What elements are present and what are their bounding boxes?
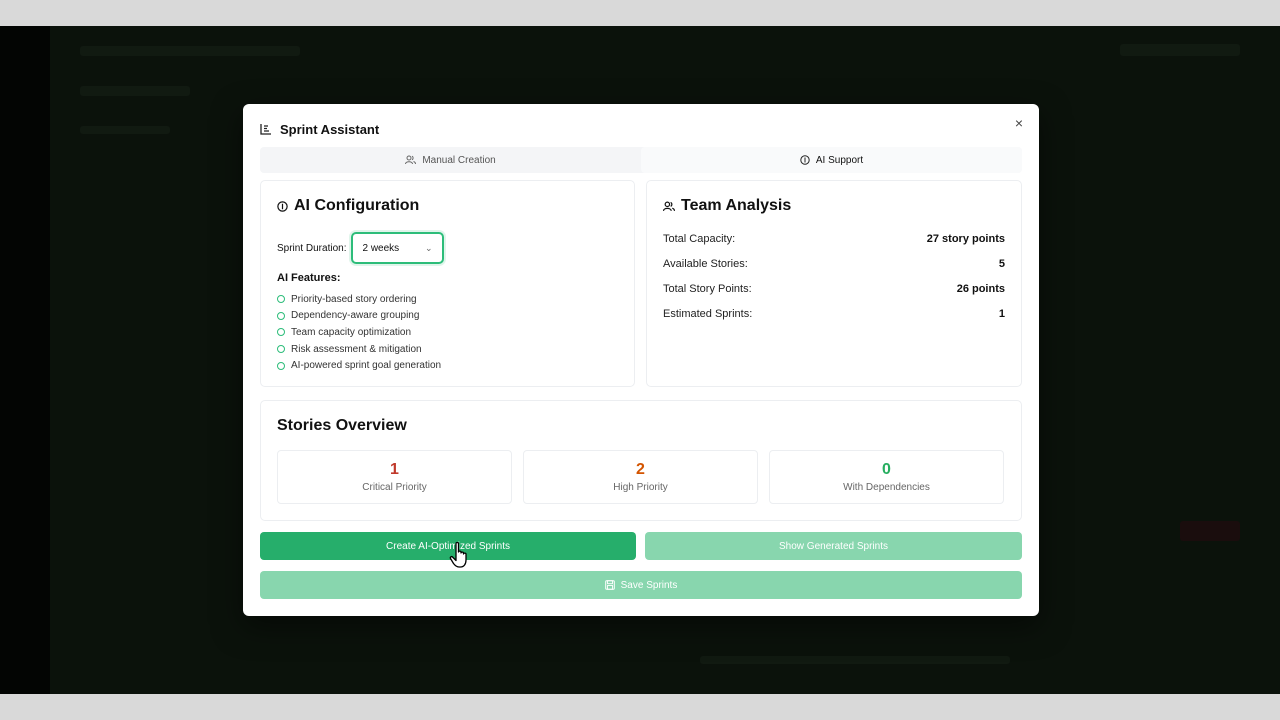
create-ai-sprints-button[interactable]: Create AI-Optimized Sprints	[260, 532, 636, 560]
tab-label: Manual Creation	[422, 154, 496, 166]
modal-title: Sprint Assistant	[280, 121, 380, 137]
tab-label: AI Support	[815, 154, 864, 166]
modal-header: Sprint Assistant	[260, 120, 379, 138]
users-icon	[405, 155, 417, 165]
stat-row: Estimated Sprints: 1	[663, 308, 1005, 333]
critical-priority-box: 1 Critical Priority	[277, 450, 512, 504]
show-generated-sprints-button[interactable]: Show Generated Sprints	[645, 532, 1022, 560]
chart-icon	[260, 124, 271, 135]
feature-text: Dependency-aware grouping	[291, 310, 420, 322]
stat-row: Available Stories: 5	[663, 258, 1005, 283]
hand-pointer-icon	[449, 541, 467, 568]
with-dependencies-count: 0	[882, 461, 891, 478]
stat-row: Total Capacity: 27 story points	[663, 233, 1005, 258]
button-label: Save Sprints	[620, 579, 678, 591]
team-analysis-card: Team Analysis Total Capacity: 27 story po…	[646, 180, 1022, 387]
sprint-assistant-modal: Sprint Assistant × Manual Creation AI Su…	[243, 104, 1039, 616]
critical-priority-count: 1	[390, 461, 399, 478]
background-sidebar	[0, 26, 50, 694]
stat-row: Total Story Points: 26 points	[663, 283, 1005, 308]
stories-stat-boxes: 1 Critical Priority 2 High Priority 0 Wi…	[277, 450, 1004, 504]
chevron-down-icon: ⌄	[424, 242, 433, 253]
button-label: Create AI-Optimized Sprints	[386, 540, 510, 552]
check-circle-icon	[277, 345, 285, 354]
stat-value: 26 points	[956, 283, 1005, 295]
save-sprints-button[interactable]: Save Sprints	[260, 571, 1022, 599]
select-value: 2 weeks	[362, 242, 400, 254]
box-label: With Dependencies	[843, 482, 930, 493]
list-item: Team capacity optimization	[277, 324, 441, 341]
list-item: Risk assessment & mitigation	[277, 341, 441, 358]
team-analysis-title: Team Analysis	[681, 197, 792, 214]
feature-text: Team capacity optimization	[291, 326, 412, 338]
check-circle-icon	[277, 328, 285, 337]
ai-config-title: AI Configuration	[294, 197, 420, 214]
tab-ai-support[interactable]: AI Support	[641, 147, 1022, 173]
duration-label: Sprint Duration:	[277, 242, 347, 254]
team-stats: Total Capacity: 27 story points Available…	[663, 233, 1005, 333]
stat-label: Total Story Points:	[663, 283, 752, 295]
check-circle-icon	[277, 311, 285, 320]
list-item: Dependency-aware grouping	[277, 308, 441, 325]
stat-label: Estimated Sprints:	[663, 308, 753, 320]
stories-overview-title: Stories Overview	[277, 417, 407, 434]
list-item: Priority-based story ordering	[277, 291, 441, 308]
card-title: AI Configuration	[277, 197, 419, 215]
info-icon	[277, 200, 288, 212]
feature-text: Priority-based story ordering	[291, 293, 417, 305]
check-circle-icon	[277, 361, 285, 370]
stat-label: Total Capacity:	[663, 233, 736, 245]
list-item: AI-powered sprint goal generation	[277, 357, 441, 374]
card-title: Team Analysis	[663, 197, 791, 215]
feature-text: Risk assessment & mitigation	[291, 343, 422, 355]
stat-value: 27 story points	[926, 233, 1005, 245]
check-circle-icon	[277, 295, 285, 304]
close-button[interactable]: ×	[1009, 113, 1029, 133]
stat-value: 5	[998, 258, 1005, 270]
box-label: Critical Priority	[362, 482, 427, 493]
tab-manual-creation[interactable]: Manual Creation	[260, 147, 641, 173]
features-list: Priority-based story ordering Dependency…	[277, 291, 441, 374]
high-priority-box: 2 High Priority	[523, 450, 758, 504]
high-priority-count: 2	[636, 461, 645, 478]
sprint-duration-select[interactable]: 2 weeks ⌄	[351, 232, 445, 264]
feature-text: AI-powered sprint goal generation	[291, 360, 442, 372]
save-icon	[604, 580, 615, 590]
duration-row: Sprint Duration: 2 weeks ⌄	[277, 232, 445, 264]
mode-tabs: Manual Creation AI Support	[260, 147, 1022, 173]
users-icon	[663, 201, 675, 211]
info-icon	[800, 155, 810, 165]
stat-value: 1	[998, 308, 1005, 320]
box-label: High Priority	[613, 482, 668, 493]
ai-configuration-card: AI Configuration Sprint Duration: 2 week…	[260, 180, 635, 387]
stat-label: Available Stories:	[663, 258, 748, 270]
with-dependencies-box: 0 With Dependencies	[769, 450, 1004, 504]
features-title: AI Features:	[277, 272, 341, 284]
button-label: Show Generated Sprints	[779, 540, 888, 552]
stories-overview-card: Stories Overview 1 Critical Priority 2 H…	[260, 400, 1022, 521]
